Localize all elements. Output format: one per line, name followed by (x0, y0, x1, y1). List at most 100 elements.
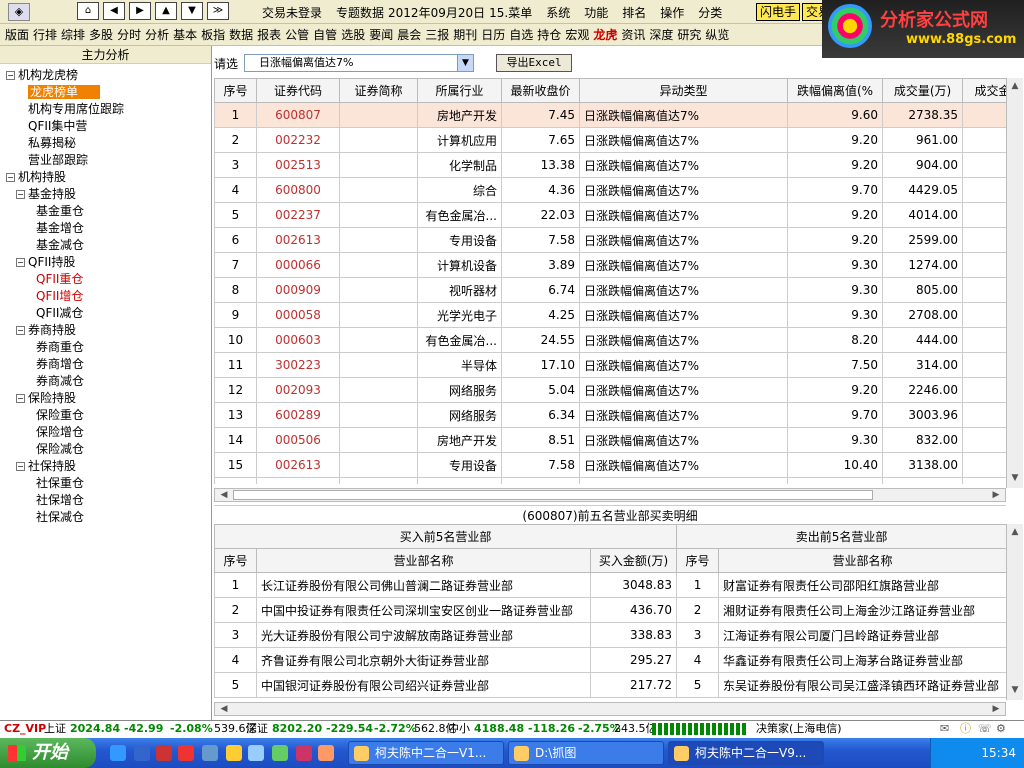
tree-node[interactable]: 社保重仓 (0, 475, 211, 492)
app-icon[interactable] (226, 745, 242, 761)
tree-node[interactable]: − QFII持股 (0, 254, 211, 271)
column-header[interactable]: 营业部名称 (718, 548, 1008, 573)
column-header[interactable]: 成交量(万) (882, 78, 963, 103)
tree-node[interactable]: 保险减仓 (0, 441, 211, 458)
settings-icon[interactable]: ⚙ (996, 721, 1006, 736)
taskbar-item[interactable]: 柯夫陈中二合一V9... (668, 741, 824, 765)
nav-item[interactable]: 宏观 (565, 26, 589, 43)
home-button[interactable]: ⌂ (77, 2, 99, 20)
table-row[interactable]: 5 002237 有色金属冶... 22.03 日涨跌幅偏离值达7% 9.20 4014.0… (214, 202, 1006, 228)
nav-item[interactable]: 选股 (341, 26, 365, 43)
menu-15[interactable]: 15.菜单 (489, 4, 532, 21)
table-row[interactable]: 3002513 化学制品13.38日涨跌幅偏离值达7%9.20904.0011 (214, 152, 1006, 178)
tree-node[interactable]: − 基金持股 (0, 186, 211, 203)
scroll-right-icon[interactable]: ▶ (989, 489, 1003, 501)
app-icon[interactable] (202, 745, 218, 761)
nav-item[interactable]: 自选 (509, 26, 533, 43)
nav-item[interactable]: 公管 (285, 26, 309, 43)
nav-item[interactable]: 行排 (33, 26, 57, 43)
menu-rank[interactable]: 排名 (622, 4, 646, 21)
tree-node[interactable]: 基金减仓 (0, 237, 211, 254)
mail-icon[interactable]: ✉ (940, 721, 949, 736)
table-row[interactable]: 7000066 计算机设备3.89日涨跌幅偏离值达7%9.301274.004 (214, 252, 1006, 278)
table-row[interactable]: 2 中国中投证券有限责任公司深圳宝安区创业一路证券营业部 436.70 2 湘财证券有限… (214, 597, 1008, 623)
nav-item[interactable]: 要闻 (369, 26, 393, 43)
column-header[interactable]: 营业部名称 (256, 548, 591, 573)
app-icon[interactable] (248, 745, 264, 761)
column-header[interactable]: 序号 (214, 78, 257, 103)
nav-item[interactable]: 日历 (481, 26, 505, 43)
taskbar-item[interactable]: D:\抓图 (508, 741, 664, 765)
table-row[interactable]: 12002093 网络服务5.04日涨跌幅偏离值达7%9.202246.0011 (214, 377, 1006, 403)
collapse-icon[interactable]: − (16, 394, 25, 403)
column-header[interactable]: 买入金额(万) (589, 548, 678, 573)
app-icon[interactable] (318, 745, 334, 761)
scroll-right-icon[interactable]: ▶ (989, 703, 1003, 715)
collapse-button[interactable]: ≫ (207, 2, 229, 20)
collapse-icon[interactable]: − (16, 462, 25, 471)
flash-trade-button[interactable]: 闪电手 (756, 3, 801, 21)
tree-node[interactable]: 基金增仓 (0, 220, 211, 237)
forward-button[interactable]: ▶ (129, 2, 151, 20)
ie-icon[interactable] (110, 745, 126, 761)
nav-item[interactable]: 持仓 (537, 26, 561, 43)
table-row[interactable]: 4600800 综合4.36日涨跌幅偏离值达7%9.704429.0518 (214, 177, 1006, 203)
nav-item[interactable]: 数据 (229, 26, 253, 43)
chevron-down-icon[interactable]: ▼ (457, 55, 474, 71)
tree-node[interactable]: − 机构龙虎榜 (0, 67, 211, 84)
table-row[interactable]: 10 000603 有色金属冶... 24.55 日涨跌幅偏离值达7% 8.20 444.0… (214, 327, 1006, 353)
column-header[interactable]: 成交金额 (962, 78, 1006, 103)
tree-node[interactable]: 营业部跟踪 (0, 152, 211, 169)
tree-node[interactable]: QFII增仓 (0, 288, 211, 305)
back-button[interactable]: ◀ (103, 2, 125, 20)
nav-item[interactable]: 分时 (117, 26, 141, 43)
tree-node[interactable]: − 保险持股 (0, 390, 211, 407)
start-button[interactable]: 开始 (0, 738, 96, 768)
column-header[interactable]: 所属行业 (417, 78, 502, 103)
clock[interactable]: 15:34 (981, 746, 1016, 760)
nav-item[interactable]: 研究 (677, 26, 701, 43)
column-header[interactable]: 最新收盘价 (501, 78, 580, 103)
nav-item[interactable]: 基本 (173, 26, 197, 43)
nav-item[interactable]: 报表 (257, 26, 281, 43)
tree-node[interactable]: − 机构持股 (0, 169, 211, 186)
scroll-left-icon[interactable]: ◀ (217, 703, 231, 715)
nav-item[interactable]: 晨会 (397, 26, 421, 43)
signal-icon[interactable]: ☏ (978, 721, 992, 736)
tree-node[interactable]: − 社保持股 (0, 458, 211, 475)
column-header[interactable]: 异动类型 (579, 78, 788, 103)
app-icon[interactable] (272, 745, 288, 761)
menu-system[interactable]: 系统 (546, 4, 570, 21)
tree-node[interactable]: − 券商持股 (0, 322, 211, 339)
table-row[interactable]: 13600289 网络服务6.34日涨跌幅偏离值达7%9.703003.9618 (214, 402, 1006, 428)
column-header[interactable]: 证券简称 (339, 78, 418, 103)
collapse-icon[interactable]: − (6, 71, 15, 80)
collapse-icon[interactable]: − (16, 190, 25, 199)
app-icon[interactable] (156, 745, 172, 761)
table-row[interactable]: 15002613 专用设备7.58日涨跌幅偏离值达7%10.403138.0021 (214, 452, 1006, 478)
tree-node[interactable]: 社保减仓 (0, 509, 211, 526)
menu-special-data[interactable]: 专题数据 (336, 4, 384, 21)
table-row[interactable]: 8000909 视听器材6.74日涨跌幅偏离值达7%9.30805.005 (214, 277, 1006, 303)
down-button[interactable]: ▼ (181, 2, 203, 20)
tree-node[interactable]: QFII集中营 (0, 118, 211, 135)
tree-node[interactable]: QFII减仓 (0, 305, 211, 322)
scroll-down-icon[interactable]: ▼ (1008, 684, 1022, 696)
ie-icon[interactable] (134, 745, 150, 761)
menu-function[interactable]: 功能 (584, 4, 608, 21)
scroll-down-icon[interactable]: ▼ (1008, 472, 1022, 484)
app-logo-icon[interactable]: ◈ (8, 3, 30, 21)
collapse-icon[interactable]: − (6, 173, 15, 182)
nav-item[interactable]: 综排 (61, 26, 85, 43)
tree-node[interactable]: 保险增仓 (0, 424, 211, 441)
column-header[interactable]: 跌幅偏离值(% (787, 78, 883, 103)
taskbar-item[interactable]: 柯夫陈中二合一V1... (348, 741, 504, 765)
anomaly-type-select[interactable]: 日涨幅偏离值达7% ▼ (244, 54, 475, 72)
scroll-up-icon[interactable]: ▲ (1008, 80, 1022, 92)
table-row[interactable]: 9000058 光学光电子4.25日涨跌幅偏离值达7%9.302708.0011 (214, 302, 1006, 328)
table-horizontal-scrollbar[interactable]: ◀ ▶ (214, 488, 1006, 502)
table-row[interactable]: 2002232 计算机应用7.65日涨跌幅偏离值达7%9.20961.007 (214, 127, 1006, 153)
table-row[interactable]: 3 光大证券股份有限公司宁波解放南路证券营业部 338.83 3 江海证券有限公司厦门吕… (214, 622, 1008, 648)
nav-item[interactable]: 期刊 (453, 26, 477, 43)
column-header[interactable]: 序号 (214, 548, 257, 573)
